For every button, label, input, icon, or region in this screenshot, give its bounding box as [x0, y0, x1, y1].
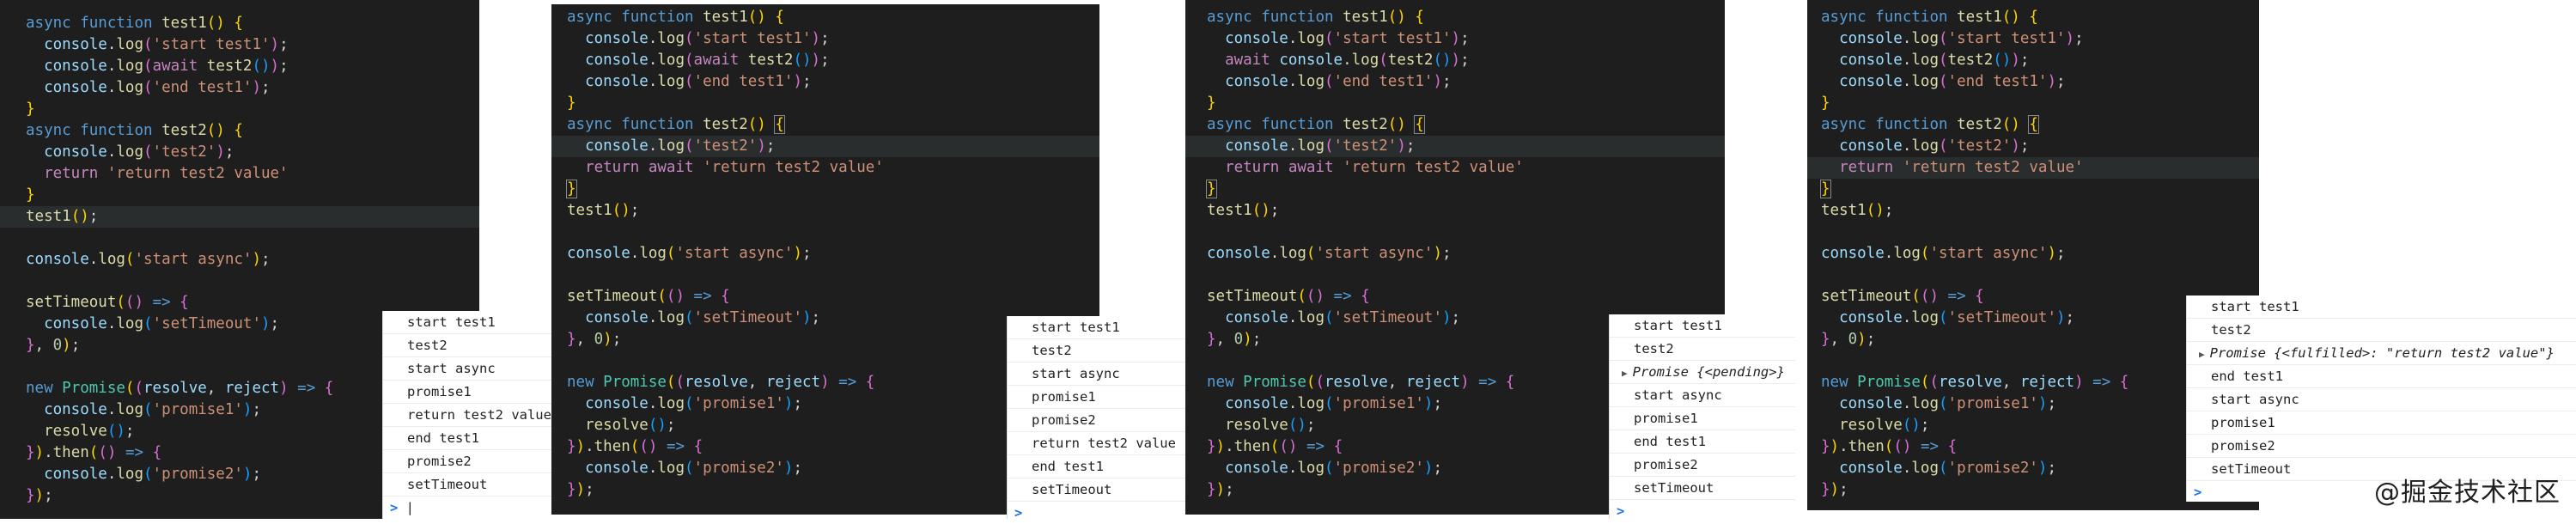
console-line[interactable]: ▶ Promise {<pending>} — [1610, 361, 1795, 384]
code-line: console.log('test2'); — [551, 136, 1099, 157]
console-line: setTimeout — [383, 473, 551, 497]
code-line: console.log('start test1'); — [1225, 30, 1470, 47]
code-line: setTimeout(() => { — [567, 288, 730, 305]
code-line: } — [566, 180, 577, 198]
console-line: start async — [2187, 388, 2576, 411]
code-line: console.log('end test1'); — [585, 73, 812, 90]
code-line: async function test2() { — [1821, 115, 2039, 134]
console-line: test2 — [1008, 339, 1186, 363]
console-output-1: start test1 test2 start async promise1 r… — [382, 311, 551, 519]
code-line: console.log('end test1'); — [44, 79, 271, 96]
console-line: promise1 — [2187, 411, 2576, 435]
code-line: test1(); — [0, 206, 479, 228]
console-line: start async — [383, 357, 551, 381]
code-line: await console.log(test2()); — [1225, 52, 1470, 69]
console-line: setTimeout — [1008, 478, 1186, 502]
console-line: start async — [1008, 363, 1186, 386]
code-line: } — [1207, 94, 1216, 112]
console-line: end test1 — [2187, 365, 2576, 388]
code-line: test1(); — [567, 202, 640, 219]
code-line: console.log('test2'); — [1185, 136, 1725, 157]
console-output-3: start test1 test2 ▶ Promise {<pending>} s… — [1609, 314, 1795, 519]
console-prompt-input[interactable]: > — [1610, 500, 1795, 522]
console-line: end test1 — [1008, 455, 1186, 478]
console-line: end test1 — [1610, 430, 1795, 454]
code-line: return 'return test2 value' — [44, 165, 289, 182]
console-line: start test1 — [1008, 316, 1186, 339]
code-line: async function test2() { — [567, 115, 785, 134]
console-prompt-input[interactable]: > — [1008, 502, 1186, 524]
console-line: return test2 value — [383, 404, 551, 427]
code-line: setTimeout(() => { — [1207, 288, 1370, 305]
code-line: return await 'return test2 value' — [1225, 159, 1524, 176]
code-line: async function test2() { — [26, 122, 243, 139]
console-line: start test1 — [2187, 296, 2576, 319]
expand-triangle-icon[interactable]: ▶ — [1622, 363, 1628, 385]
console-line[interactable]: ▶ Promise {<fulfilled>: "return test2 val… — [2187, 342, 2576, 365]
code-line: console.log('start test1'); — [1839, 30, 2084, 47]
code-line: async function test1() { — [567, 9, 784, 26]
code-line: console.log('end test1'); — [1225, 73, 1452, 90]
console-line: promise1 — [1610, 407, 1795, 430]
code-line: return 'return test2 value' — [1807, 157, 2259, 179]
console-line: promise2 — [1008, 409, 1186, 432]
code-line: test1(); — [1821, 202, 1894, 219]
console-prompt-input[interactable]: > | — [383, 497, 551, 519]
console-output-2: start test1 test2 start async promise1 p… — [1007, 316, 1186, 521]
console-line: promise2 — [383, 450, 551, 473]
code-line: console.log('test2'); — [44, 143, 234, 161]
code-line: async function test2() { — [1207, 115, 1425, 134]
console-line: promise1 — [1008, 386, 1186, 409]
code-line: } — [567, 94, 576, 112]
console-line: start async — [1610, 384, 1795, 407]
code-line: console.log('start async'); — [567, 245, 812, 262]
code-line: console.log('start async'); — [26, 251, 271, 268]
code-line: test1(); — [1207, 202, 1280, 219]
code-line: console.log('test2'); — [1839, 137, 2030, 155]
console-line: end test1 — [383, 427, 551, 450]
code-line: async function test1() { — [26, 15, 243, 32]
code-line: } — [1821, 94, 1830, 112]
console-line: promise1 — [383, 381, 551, 404]
code-line: } — [1206, 180, 1217, 198]
code-line: } — [26, 186, 35, 204]
console-line: promise2 — [2187, 435, 2576, 458]
code-line: console.log(test2()); — [1839, 52, 2030, 69]
console-line: start test1 — [1610, 314, 1795, 338]
console-line: test2 — [2187, 319, 2576, 342]
console-line: start test1 — [383, 311, 551, 334]
console-line: return test2 value — [1008, 432, 1186, 455]
console-line: setTimeout — [1610, 477, 1795, 500]
code-line: console.log('start test1'); — [44, 36, 289, 53]
code-line: async function test1() { — [1207, 9, 1424, 26]
console-line: test2 — [383, 334, 551, 357]
code-line: console.log(await test2()); — [44, 58, 289, 75]
code-line: console.log(await test2()); — [585, 52, 830, 69]
console-line: promise2 — [1610, 454, 1795, 477]
code-line: console.log('start async'); — [1821, 245, 2066, 262]
code-line: console.log('start test1'); — [585, 30, 830, 47]
console-line: test2 — [1610, 338, 1795, 361]
code-line: console.log('end test1'); — [1839, 73, 2066, 90]
code-line: return await 'return test2 value' — [585, 159, 884, 176]
code-line: async function test1() { — [1821, 9, 2038, 26]
watermark: @掘金技术社区 — [2374, 478, 2561, 508]
code-line: console.log('start async'); — [1207, 245, 1452, 262]
code-line: } — [1820, 180, 1831, 198]
code-line: } — [26, 101, 35, 118]
expand-triangle-icon[interactable]: ▶ — [2199, 344, 2205, 366]
